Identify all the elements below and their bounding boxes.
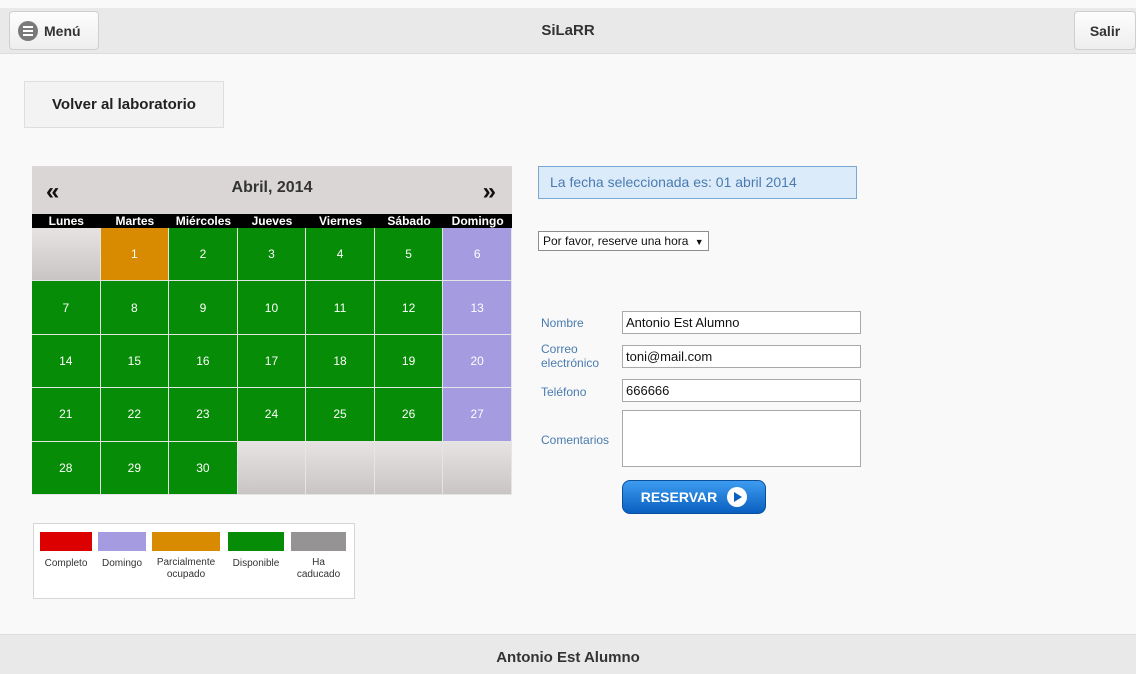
next-month-icon[interactable]: » [483, 178, 496, 206]
legend-item-sunday: Domingo [98, 532, 146, 570]
calendar: « Abril, 2014 » Lunes Martes Miércoles J… [32, 166, 512, 495]
legend-label: Ha caducado [296, 557, 341, 580]
header-bar: Menú SiLaRR Salir [0, 8, 1136, 54]
weekday-label: Sábado [387, 214, 431, 228]
weekday-label: Domingo [451, 214, 504, 228]
weekday-header-row: Lunes Martes Miércoles Jueves Viernes Sá… [32, 214, 512, 228]
weekday-label: Jueves [251, 214, 293, 228]
calendar-day-cell[interactable]: 8 [100, 281, 170, 335]
calendar-day-cell[interactable]: 5 [374, 228, 444, 282]
hour-select[interactable]: Por favor, reserve una hora ▼ [538, 231, 709, 251]
calendar-day-cell[interactable]: 17 [237, 334, 307, 389]
calendar-day-cell[interactable]: 22 [100, 388, 170, 442]
weekday-label: Viernes [318, 214, 363, 228]
calendar-day-cell: 13 [443, 281, 512, 335]
logout-button[interactable]: Salir [1074, 11, 1136, 50]
legend-label: Domingo [101, 558, 143, 569]
hour-select-value: Por favor, reserve una hora [543, 234, 689, 248]
calendar-day-cell[interactable]: 18 [306, 334, 375, 389]
comments-label: Comentarios [541, 433, 610, 447]
calendar-day-cell: 27 [443, 388, 512, 442]
calendar-legend: Completo Domingo Parcialmente ocupado Di… [33, 523, 355, 599]
calendar-day-cell: 20 [443, 334, 512, 389]
app-title: SiLaRR [541, 22, 595, 39]
calendar-day-cell[interactable]: 23 [169, 388, 238, 442]
calendar-day-cell[interactable]: 7 [32, 281, 101, 335]
name-field[interactable] [622, 311, 861, 334]
legend-item-available: Disponible [228, 532, 284, 570]
comments-field[interactable] [622, 410, 861, 467]
legend-swatch [152, 532, 220, 551]
calendar-empty-cell [32, 228, 101, 282]
calendar-day-cell[interactable]: 12 [374, 281, 444, 335]
weekday-label: Lunes [48, 214, 84, 228]
legend-item-partial: Parcialmente ocupado [152, 532, 220, 581]
reserve-label: RESERVAR [640, 489, 718, 505]
calendar-day-cell: 6 [443, 228, 512, 282]
weekday-label: Martes [115, 214, 155, 228]
calendar-day-cell[interactable]: 2 [169, 228, 238, 282]
weekday-label: Miércoles [175, 214, 232, 228]
legend-label: Parcialmente ocupado [156, 557, 216, 580]
calendar-empty-cell [306, 441, 375, 495]
legend-item-expired: Ha caducado [291, 532, 346, 581]
calendar-day-cell[interactable]: 15 [100, 334, 170, 389]
calendar-day-cell[interactable]: 28 [32, 441, 101, 495]
play-icon [727, 487, 748, 507]
legend-label: Completo [44, 558, 88, 569]
legend-swatch [228, 532, 284, 551]
email-label: Correo electrónico [541, 342, 600, 370]
dropdown-arrow-icon: ▼ [694, 237, 704, 247]
calendar-empty-cell [443, 441, 512, 495]
back-to-lab-button[interactable]: Volver al laboratorio [24, 81, 224, 128]
phone-label: Teléfono [541, 385, 587, 399]
calendar-day-cell[interactable]: 26 [374, 388, 444, 442]
calendar-day-cell[interactable]: 10 [237, 281, 307, 335]
calendar-month-label: Abril, 2014 [231, 179, 313, 196]
calendar-day-cell[interactable]: 4 [306, 228, 375, 282]
calendar-day-cell[interactable]: 3 [237, 228, 307, 282]
legend-item-complete: Completo [40, 532, 92, 570]
calendar-day-cell[interactable]: 1 [100, 228, 170, 282]
calendar-grid: 1 2 3 4 5 6 7 8 9 10 11 12 13 14 15 16 17 18 19 20 21 22 23 24 2… [32, 228, 512, 495]
calendar-day-cell[interactable]: 21 [32, 388, 101, 442]
calendar-day-cell[interactable]: 16 [169, 334, 238, 389]
phone-field[interactable] [622, 379, 861, 402]
email-field[interactable] [622, 345, 861, 368]
footer-username: Antonio Est Alumno [0, 634, 1136, 674]
calendar-day-cell[interactable]: 19 [374, 334, 444, 389]
calendar-empty-cell [237, 441, 307, 495]
name-label: Nombre [541, 316, 584, 330]
calendar-empty-cell [374, 441, 444, 495]
legend-swatch [40, 532, 92, 551]
calendar-header: « Abril, 2014 » [32, 166, 512, 214]
calendar-day-cell[interactable]: 11 [306, 281, 375, 335]
legend-swatch [291, 532, 346, 551]
calendar-day-cell[interactable]: 29 [100, 441, 170, 495]
calendar-day-cell[interactable]: 14 [32, 334, 101, 389]
calendar-day-cell[interactable]: 25 [306, 388, 375, 442]
calendar-day-cell[interactable]: 30 [169, 441, 238, 495]
legend-label: Disponible [232, 558, 280, 569]
selected-date-notice: La fecha seleccionada es: 01 abril 2014 [538, 166, 857, 199]
calendar-day-cell[interactable]: 9 [169, 281, 238, 335]
calendar-day-cell[interactable]: 24 [237, 388, 307, 442]
legend-swatch [98, 532, 146, 551]
reserve-button[interactable]: RESERVAR [622, 480, 766, 514]
